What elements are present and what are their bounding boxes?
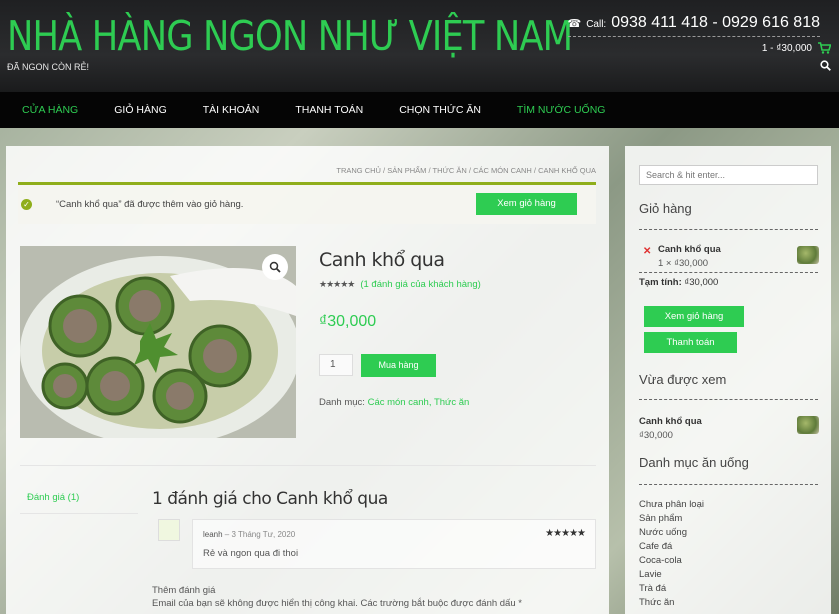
review-text: Rẻ và ngon qua đi thoi: [203, 548, 299, 559]
category-item[interactable]: Chưa phân loại: [639, 498, 704, 512]
cart-item-name[interactable]: Canh khổ qua: [658, 244, 721, 255]
phone-icon: ☎: [567, 18, 582, 30]
widget-divider: [639, 272, 818, 273]
check-icon: ✓: [21, 199, 32, 210]
category-item[interactable]: Sản phẩm: [639, 512, 704, 526]
add-to-cart-button[interactable]: Mua hàng: [361, 354, 436, 377]
nav-item-food[interactable]: CHỌN THỨC ĂN: [399, 104, 481, 116]
cart-item-qty: 1 × ₫30,000: [658, 258, 709, 269]
category-item[interactable]: Trà đá: [639, 582, 704, 596]
product-content: TRANG CHỦ / SẢN PHẨM / THỨC ĂN / CÁC MÓN…: [6, 146, 609, 614]
subtotal-label: Tạm tính:: [639, 277, 682, 288]
product-price: ₫30,000: [319, 313, 377, 330]
zoom-button[interactable]: [262, 254, 288, 280]
breadcrumb[interactable]: TRANG CHỦ / SẢN PHẨM / THỨC ĂN / CÁC MÓN…: [336, 166, 596, 175]
nav-item-drinks[interactable]: TÌM NƯỚC UỐNG: [517, 104, 606, 116]
widget-divider: [639, 484, 818, 485]
product-rating: ★★★★★ (1 đánh giá của khách hàng): [319, 279, 481, 290]
divider: [20, 465, 596, 466]
product-title: Canh khổ qua: [319, 249, 445, 271]
cart-icon[interactable]: [818, 42, 831, 54]
site-header: NHÀ HÀNG NGON NHƯ VIỆT NAM ĐÃ NGON CÒN R…: [0, 0, 839, 92]
nav-item-store[interactable]: CỬA HÀNG: [22, 104, 78, 116]
review-date: – 3 Tháng Tư, 2020: [222, 530, 296, 539]
sidebar-search-input[interactable]: Search & hit enter...: [639, 165, 818, 185]
review-item: leanh – 3 Tháng Tư, 2020 ★★★★★ Rẻ và ngo…: [192, 519, 596, 569]
notice-text: “Canh khổ qua” đã được thêm vào giỏ hàng…: [56, 199, 244, 210]
search-icon[interactable]: [820, 60, 831, 71]
category-item[interactable]: Cafe đá: [639, 540, 704, 554]
review-meta: leanh – 3 Tháng Tư, 2020: [203, 530, 295, 539]
review-stars: ★★★★★: [545, 528, 586, 539]
nav-item-cart[interactable]: GIỎ HÀNG: [114, 104, 167, 116]
widget-divider: [639, 229, 818, 230]
category-item[interactable]: Nước uống: [639, 526, 704, 540]
site-title[interactable]: NHÀ HÀNG NGON NHƯ VIỆT NAM: [7, 12, 573, 60]
phone-numbers: 0938 411 418 - 0929 616 818: [611, 14, 820, 31]
widget-divider: [639, 399, 818, 400]
category-links[interactable]: Các món canh, Thức ăn: [368, 397, 470, 408]
rating-link[interactable]: (1 đánh giá của khách hàng): [360, 279, 480, 290]
sidebar-checkout-button[interactable]: Thanh toán: [644, 332, 737, 353]
review-author: leanh: [203, 530, 223, 539]
recent-item-name[interactable]: Canh khổ qua: [639, 416, 702, 427]
sidebar-view-cart-button[interactable]: Xem giỏ hàng: [644, 306, 744, 327]
header-cart[interactable]: 1 - ₫30,000: [762, 42, 831, 54]
phone-label: Call:: [586, 19, 607, 30]
recent-item-thumbnail[interactable]: [797, 416, 819, 434]
remove-item-icon[interactable]: ✕: [643, 246, 651, 257]
reviews-title: 1 đánh giá cho Canh khổ qua: [152, 489, 388, 509]
header-cart-summary[interactable]: 1 - ₫30,000: [762, 43, 812, 54]
nav-item-checkout[interactable]: THANH TOÁN: [295, 104, 363, 116]
bitter-melon-soup-image: [20, 246, 296, 438]
cart-notice: ✓ “Canh khổ qua” đã được thêm vào giỏ hà…: [18, 182, 596, 224]
view-cart-button[interactable]: Xem giỏ hàng: [476, 193, 577, 215]
subtotal-value: ₫30,000: [681, 277, 719, 288]
site-tagline: ĐÃ NGON CÒN RẺ!: [7, 62, 90, 72]
nav-item-account[interactable]: TÀI KHOẢN: [203, 104, 260, 116]
avatar: [158, 519, 180, 541]
cart-widget-title: Giỏ hàng: [639, 201, 692, 216]
category-list: Chưa phân loại Sản phẩm Nước uống Cafe đ…: [639, 498, 704, 610]
phone-contact: ☎ Call: 0938 411 418 - 0929 616 818: [567, 14, 820, 37]
category-item[interactable]: Thức ăn: [639, 596, 704, 610]
product-image[interactable]: [20, 246, 296, 438]
categories-widget-title: Danh mục ăn uống: [639, 455, 749, 470]
main-nav: CỬA HÀNG GIỎ HÀNG TÀI KHOẢN THANH TOÁN C…: [0, 92, 839, 128]
magnifier-icon: [269, 261, 281, 273]
quantity-input[interactable]: 1: [319, 354, 353, 376]
category-item[interactable]: Lavie: [639, 568, 704, 582]
category-item[interactable]: Coca-cola: [639, 554, 704, 568]
recent-widget-title: Vừa được xem: [639, 372, 727, 387]
categories-label: Danh mục:: [319, 397, 368, 408]
cart-item-thumbnail[interactable]: [797, 246, 819, 264]
tab-reviews[interactable]: Đánh giá (1): [27, 492, 79, 503]
sidebar: Search & hit enter... Giỏ hàng ✕ Canh kh…: [625, 146, 831, 614]
tab-divider: [20, 513, 138, 514]
recent-item-price: ₫30,000: [639, 430, 673, 441]
email-note: Email của bạn sẽ không được hiển thị côn…: [152, 598, 522, 609]
cart-subtotal: Tạm tính: ₫30,000: [639, 277, 718, 288]
rating-stars: ★★★★★: [319, 279, 355, 289]
product-categories: Danh mục: Các món canh, Thức ăn: [319, 397, 469, 408]
add-review-label: Thêm đánh giá: [152, 585, 216, 596]
